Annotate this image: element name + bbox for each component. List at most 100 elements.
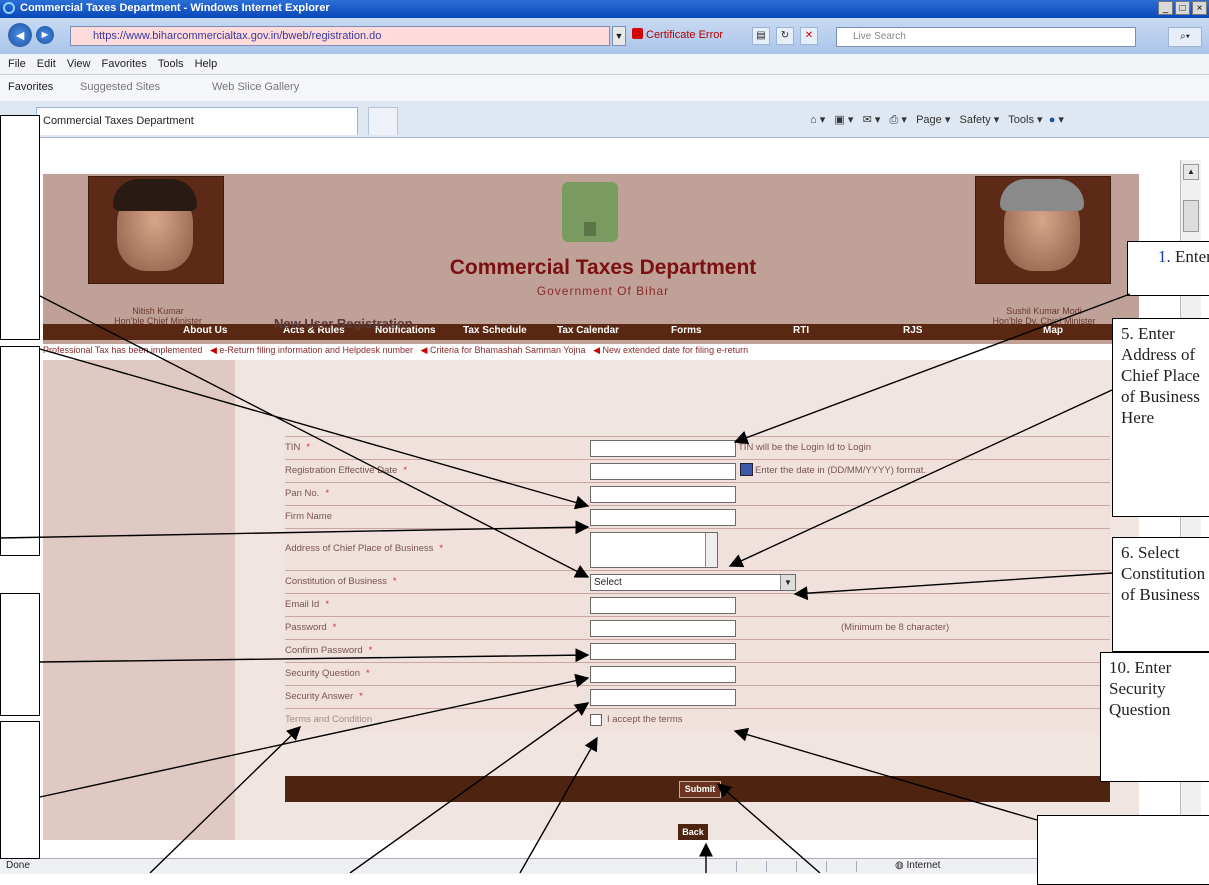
address-textarea[interactable] — [590, 532, 718, 568]
site-subtitle: Government Of Bihar — [536, 284, 670, 298]
search-icon[interactable]: ⌕▾ — [1168, 27, 1202, 47]
date-hint: Enter the date in (DD/MM/YYYY) format. — [755, 465, 927, 476]
nav-rjs[interactable]: RJS — [903, 325, 922, 336]
tin-label: TIN * — [285, 442, 311, 453]
accept-terms-checkbox[interactable] — [590, 714, 602, 726]
ie-logo-icon — [3, 2, 15, 14]
submit-button[interactable]: Submit — [679, 781, 721, 798]
nav-tax-schedule[interactable]: Tax Schedule — [463, 325, 527, 336]
callout-select-constitution: 6. Select Constitution of Business — [1112, 537, 1209, 652]
menu-edit[interactable]: Edit — [37, 54, 56, 74]
address-toolbar: ◄ ► https://www.biharcommercialtax.gov.i… — [0, 18, 1209, 54]
nav-about-us[interactable]: About Us — [183, 325, 227, 336]
favorites-button[interactable]: Favorites — [8, 81, 53, 93]
callout-1-num: 1. — [1158, 247, 1171, 266]
minimize-icon[interactable]: _ — [1158, 1, 1173, 15]
site-banner: Nitish Kumar Hon'ble Chief Minister Sush… — [43, 174, 1139, 344]
menu-bar: File Edit View Favorites Tools Help — [0, 54, 1209, 75]
ticker-item[interactable]: Criteria for Bhamashah Samman Yojna — [430, 345, 586, 355]
left-sidebar — [43, 360, 235, 840]
menu-tools[interactable]: Tools — [158, 54, 184, 74]
cm-name: Nitish Kumar — [132, 306, 184, 316]
textarea-scrollbar[interactable] — [705, 533, 717, 567]
constitution-select[interactable]: Select ▼ — [590, 574, 796, 591]
tools-menu[interactable]: Tools — [1008, 114, 1034, 126]
ticker-item[interactable]: New extended date for filing e-return — [603, 345, 749, 355]
back-arrow-icon[interactable]: ◄ — [8, 23, 32, 47]
forward-arrow-icon[interactable]: ► — [36, 26, 54, 44]
home-icon[interactable]: ⌂ ▾ — [810, 114, 825, 126]
live-search-input[interactable]: Live Search — [836, 27, 1136, 47]
nav-tax-calendar[interactable]: Tax Calendar — [557, 325, 619, 336]
form-heading: New User Registration — [274, 316, 413, 331]
reg-date-input[interactable] — [590, 463, 736, 480]
row-constitution: Constitution of Business * Select ▼ — [285, 570, 1110, 594]
scroll-thumb[interactable] — [1183, 200, 1199, 232]
email-input[interactable] — [590, 597, 736, 614]
ticker-item[interactable]: e-Return filing information and Helpdesk… — [219, 345, 413, 355]
flag-icon: ◀ — [420, 345, 428, 355]
row-confirm: Confirm Password * — [285, 639, 1110, 663]
callout-security-question: 10. Enter Security Question — [1100, 652, 1209, 782]
refresh-icon[interactable]: ↻ — [776, 27, 794, 45]
nav-rti[interactable]: RTI — [793, 325, 809, 336]
flag-icon: ◀ — [209, 345, 217, 355]
calendar-icon[interactable] — [740, 463, 753, 476]
confirm-password-input[interactable] — [590, 643, 736, 660]
scroll-up-icon[interactable]: ▲ — [1183, 164, 1199, 180]
nav-forms[interactable]: Forms — [671, 325, 702, 336]
address-dropdown-icon[interactable]: ▼ — [612, 26, 626, 46]
callout-box-top-left — [0, 115, 40, 340]
row-sec-q: Security Question * — [285, 662, 1110, 686]
row-terms: Terms and Condition I accept the terms — [285, 708, 1110, 732]
feeds-icon[interactable]: ▣ ▾ — [834, 114, 853, 126]
new-tab-button[interactable] — [368, 107, 398, 135]
favorites-bar: Favorites Suggested Sites Web Slice Gall… — [0, 75, 1209, 101]
ticker-item[interactable]: Professional Tax has been implemented — [43, 345, 202, 355]
site-nav: About Us Acts & Rules Notifications Tax … — [43, 324, 1139, 340]
security-answer-label: Security Answer * — [285, 691, 363, 702]
safety-menu[interactable]: Safety — [960, 114, 991, 126]
print-icon[interactable]: ⎙ ▾ — [890, 114, 907, 126]
firm-label: Firm Name — [285, 511, 332, 522]
help-icon[interactable]: ● — [1049, 114, 1056, 126]
certificate-error-button[interactable]: Certificate Error — [632, 28, 723, 41]
row-password: Password * (Minimum be 8 character) — [285, 616, 1110, 640]
stop-icon[interactable]: ✕ — [800, 27, 818, 45]
menu-help[interactable]: Help — [195, 54, 218, 74]
pan-input[interactable] — [590, 486, 736, 503]
pan-label: Pan No. * — [285, 488, 330, 499]
row-pan: Pan No. * — [285, 482, 1110, 506]
tab-commercial-taxes[interactable]: Commercial Taxes Department — [36, 107, 358, 135]
shield-icon — [632, 28, 643, 39]
address-bar[interactable]: https://www.biharcommercialtax.gov.in/bw… — [70, 26, 610, 46]
tab-bar: Commercial Taxes Department ⌂ ▾ ▣ ▾ ✉ ▾ … — [0, 101, 1209, 138]
menu-file[interactable]: File — [8, 54, 26, 74]
compatibility-icon[interactable]: ▤ — [752, 27, 770, 45]
reg-date-label: Registration Effective Date * — [285, 465, 408, 476]
mail-icon[interactable]: ✉ ▾ — [863, 114, 881, 126]
firm-name-input[interactable] — [590, 509, 736, 526]
menu-favorites[interactable]: Favorites — [102, 54, 147, 74]
nav-map[interactable]: Map — [1043, 325, 1063, 336]
tin-input[interactable] — [590, 440, 736, 457]
maximize-icon[interactable]: □ — [1175, 1, 1190, 15]
web-slice-gallery-link[interactable]: Web Slice Gallery — [212, 81, 299, 93]
news-ticker: Professional Tax has been implemented ◀ … — [43, 345, 1139, 361]
site-title: Commercial Taxes Department — [449, 256, 757, 279]
terms-link[interactable]: Terms and Condition — [285, 714, 372, 725]
security-zone: ◍ Internet — [895, 860, 941, 871]
security-question-input[interactable] — [590, 666, 736, 683]
page-menu[interactable]: Page — [916, 114, 942, 126]
password-input[interactable] — [590, 620, 736, 637]
close-icon[interactable]: × — [1192, 1, 1207, 15]
email-label: Email Id * — [285, 599, 330, 610]
callout-box-mid-left — [0, 346, 40, 556]
password-label: Password * — [285, 622, 337, 633]
suggested-sites-link[interactable]: Suggested Sites — [80, 81, 160, 93]
security-answer-input[interactable] — [590, 689, 736, 706]
back-button[interactable]: Back — [678, 824, 708, 840]
callout-box-bottom-left — [0, 721, 40, 859]
status-text: Done — [6, 860, 30, 871]
menu-view[interactable]: View — [67, 54, 91, 74]
